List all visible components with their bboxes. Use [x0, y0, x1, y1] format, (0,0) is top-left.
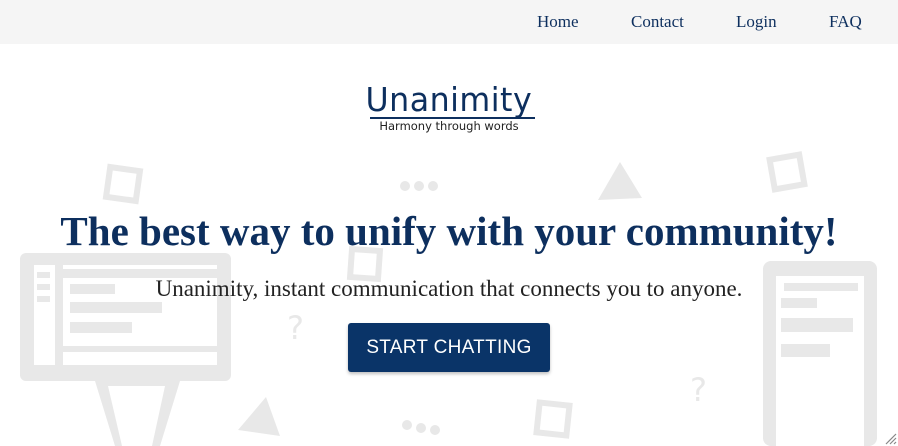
logo: Unanimity	[0, 80, 898, 119]
start-chatting-button[interactable]: START CHATTING	[348, 323, 550, 372]
svg-text:?: ?	[690, 371, 707, 409]
hero-headline: The best way to unify with your communit…	[60, 208, 838, 254]
logo-tagline: Harmony through words	[379, 119, 519, 133]
hero-subheadline: Unanimity, instant communication that co…	[155, 276, 743, 301]
top-navigation: Home Contact Login FAQ	[0, 0, 898, 44]
nav-link-login[interactable]: Login	[736, 12, 777, 32]
nav-link-home[interactable]: Home	[537, 12, 579, 32]
nav-link-contact[interactable]: Contact	[631, 12, 684, 32]
svg-text:?: ?	[287, 309, 304, 347]
resize-grip-icon[interactable]	[884, 432, 897, 445]
nav-link-faq[interactable]: FAQ	[829, 12, 862, 32]
logo-wordmark: Unanimity	[365, 80, 533, 119]
